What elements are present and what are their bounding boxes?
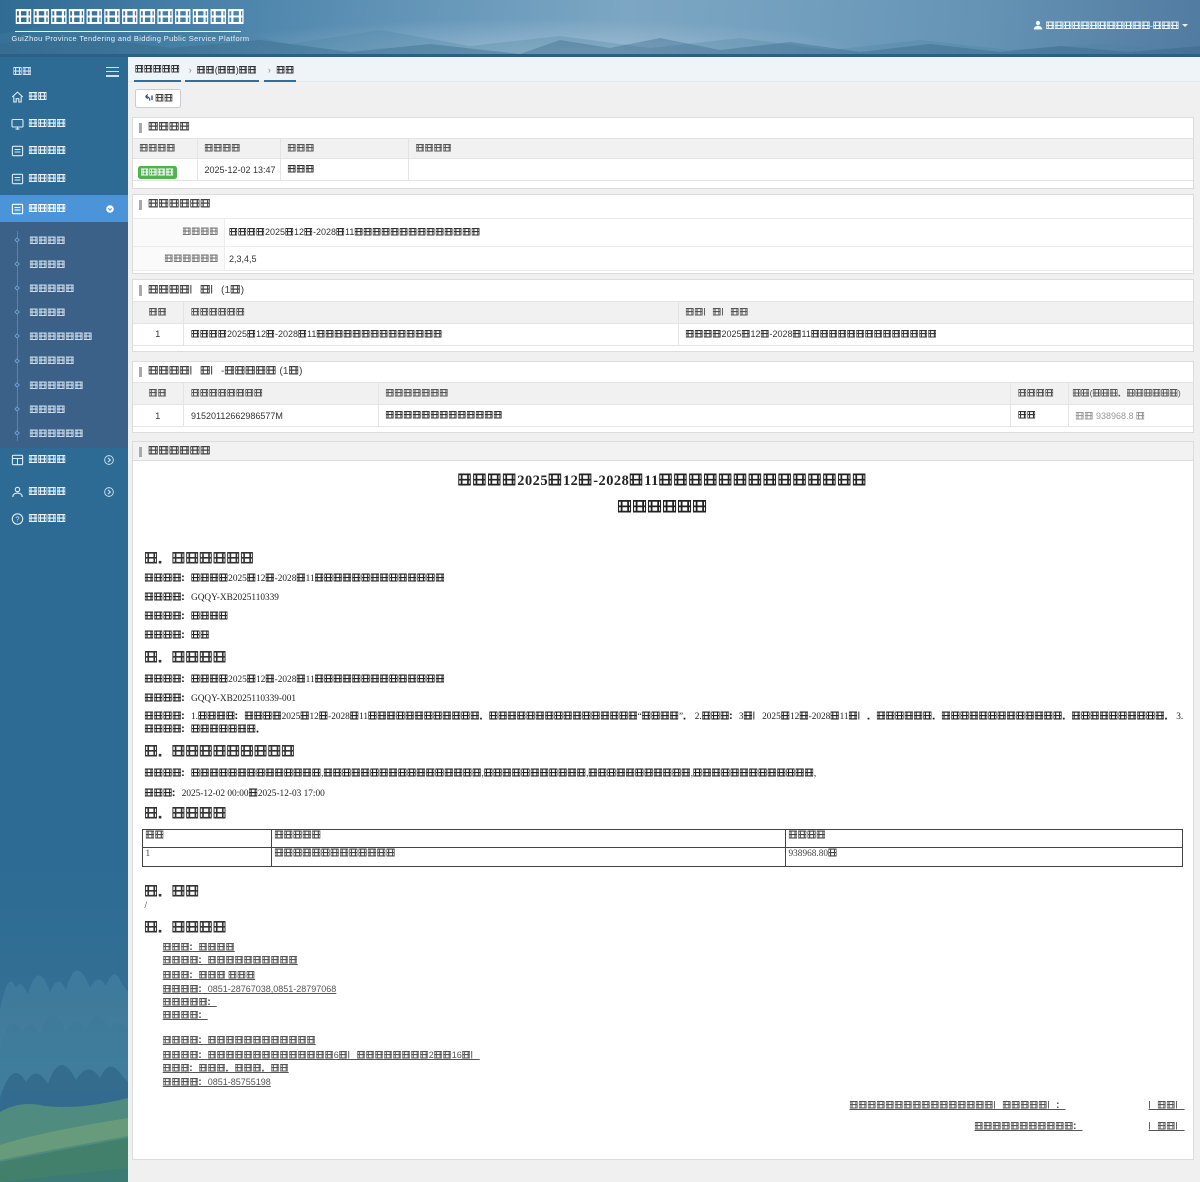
svg-text:?: ? [15,515,19,524]
